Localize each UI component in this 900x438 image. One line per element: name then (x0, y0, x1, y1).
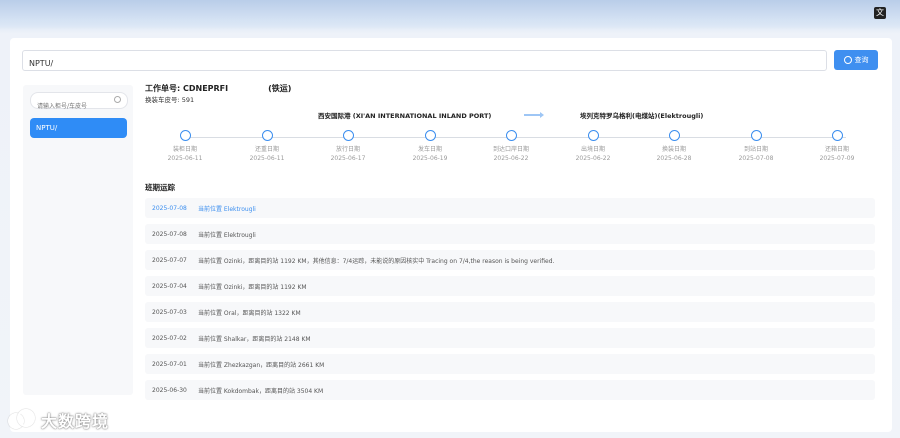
milestone-dot (505, 130, 517, 141)
row-text: 当前位置 Ozinki，距离目的站 1192 KM (198, 283, 307, 291)
route-destination: 埃列克特罗乌格利(电煤站)(Elektrougli) (580, 112, 704, 120)
sidebar-search-input[interactable] (31, 99, 123, 114)
row-text: 当前位置 Oral，距离目的站 1322 KM (198, 309, 301, 317)
milestone-date: 2025-07-08 (738, 155, 774, 162)
tracking-row: 2025-07-01 当前位置 Zhezkazgan，距离目的站 2661 KM (145, 354, 875, 374)
search-box (22, 50, 827, 72)
milestone-date: 2025-06-28 (656, 155, 692, 162)
row-date: 2025-07-04 (152, 282, 187, 290)
tracking-row: 2025-06-30 当前位置 Kokdombak，距离目的站 3504 KM (145, 380, 875, 400)
tracking-row: 2025-07-08 当前位置 Elektrougli (145, 198, 875, 218)
row-date: 2025-07-03 (152, 308, 187, 316)
milestone-dot (342, 130, 354, 141)
route-arrow-icon (524, 112, 544, 118)
tracking-row: 2025-07-08 当前位置 Elektrougli (145, 224, 875, 244)
milestone: 放行日期 2025-06-17 (308, 130, 388, 162)
milestone-date: 2025-06-11 (167, 155, 203, 162)
watermark-logo-icon (8, 409, 36, 431)
row-date: 2025-07-08 (152, 230, 187, 238)
car-label: 换装车皮号: (145, 96, 182, 104)
milestone: 还箱日期 2025-07-09 (797, 130, 877, 162)
milestone-label: 放行日期 (335, 146, 360, 153)
top-banner: 文 (0, 0, 900, 30)
tracking-row: 2025-07-07 当前位置 Ozinki，距离目的站 1192 KM，其他信息… (145, 250, 875, 270)
search-input[interactable] (23, 55, 815, 72)
translate-icon[interactable]: 文 (874, 7, 886, 19)
row-date: 2025-07-01 (152, 360, 187, 368)
milestone-label: 到达口岸日期 (492, 146, 529, 153)
tracking-row: 2025-07-02 当前位置 Shalkar，距离目的站 2148 KM (145, 328, 875, 348)
milestone: 还重日期 2025-06-11 (227, 130, 307, 162)
sidebar: NPTU/ (23, 85, 133, 395)
tracking-row: 2025-07-03 当前位置 Oral，距离目的站 1322 KM (145, 302, 875, 322)
milestone-label: 出境日期 (580, 146, 605, 153)
watermark: 大数跨境 (8, 408, 109, 432)
milestone-label: 还箱日期 (824, 146, 849, 153)
milestone-label: 到站日期 (743, 146, 768, 153)
order-number: CDNEPRFI (182, 84, 229, 93)
query-button-label: 查询 (854, 56, 869, 64)
order-info: 工作单号: CDNEPRFI (铁运) (145, 83, 291, 94)
main-card: 查询 NPTU/ 工作单号: CDNEPRFI (铁运) 换装车皮号: 591 西… (10, 38, 892, 432)
tracking-row: 2025-07-04 当前位置 Ozinki，距离目的站 1192 KM (145, 276, 875, 296)
milestone-date: 2025-07-09 (819, 155, 855, 162)
milestone-label: 换装日期 (661, 146, 686, 153)
search-icon (114, 96, 121, 103)
sidebar-item-container[interactable]: NPTU/ (30, 118, 127, 138)
sidebar-item-label: NPTU/ (36, 124, 58, 132)
row-date: 2025-07-02 (152, 334, 187, 342)
row-text: 当前位置 Shalkar，距离目的站 2148 KM (198, 335, 311, 343)
row-text: 当前位置 Kokdombak，距离目的站 3504 KM (198, 387, 324, 395)
milestone-dot (179, 130, 191, 141)
milestone-date: 2025-06-11 (249, 155, 285, 162)
tracking-title: 班期运踪 (145, 183, 175, 192)
milestone-label: 还重日期 (254, 146, 279, 153)
milestone-dot (587, 130, 599, 141)
milestone-timeline: 装柜日期 2025-06-11 还重日期 2025-06-11 放行日期 2025-0… (145, 130, 880, 170)
milestone: 到站日期 2025-07-08 (716, 130, 796, 162)
milestone-label: 发车日期 (417, 146, 442, 153)
milestone: 发车日期 2025-06-19 (390, 130, 470, 162)
row-date: 2025-06-30 (152, 386, 187, 394)
milestone-dot (261, 130, 273, 141)
row-text: 当前位置 Elektrougli (198, 231, 256, 239)
car-info: 换装车皮号: 591 (145, 94, 194, 104)
query-button[interactable]: 查询 (834, 50, 878, 70)
milestone: 换装日期 2025-06-28 (634, 130, 714, 162)
row-date: 2025-07-08 (152, 204, 187, 212)
milestone-date: 2025-06-17 (330, 155, 366, 162)
milestone-dot (668, 130, 680, 141)
milestone-date: 2025-06-19 (412, 155, 448, 162)
milestone-date: 2025-06-22 (575, 155, 611, 162)
milestone-dot (831, 130, 843, 141)
search-icon (843, 56, 852, 64)
row-text: 当前位置 Ozinki，距离目的站 1192 KM，其他信息：7/4运踪，未能说… (198, 257, 555, 265)
milestone: 出境日期 2025-06-22 (553, 130, 633, 162)
tracking-list: 2025-07-08 当前位置 Elektrougli 2025-07-08 当前位… (145, 198, 875, 406)
milestone-date: 2025-06-22 (493, 155, 529, 162)
transport-mode: (铁运) (268, 84, 292, 93)
milestone-label: 装柜日期 (172, 146, 197, 153)
row-date: 2025-07-07 (152, 256, 187, 264)
order-label: 工作单号: (145, 84, 183, 93)
car-number: 591 (181, 96, 195, 104)
row-text: 当前位置 Elektrougli (198, 205, 256, 213)
route-origin: 西安国际港 (XI'AN INTERNATIONAL INLAND PORT) (318, 112, 492, 120)
sidebar-search (30, 92, 128, 114)
milestone-dot (424, 130, 436, 141)
row-text: 当前位置 Zhezkazgan，距离目的站 2661 KM (198, 361, 325, 369)
watermark-text: 大数跨境 (41, 412, 110, 431)
milestone: 到达口岸日期 2025-06-22 (471, 130, 551, 162)
milestone-dot (750, 130, 762, 141)
milestone: 装柜日期 2025-06-11 (145, 130, 225, 162)
